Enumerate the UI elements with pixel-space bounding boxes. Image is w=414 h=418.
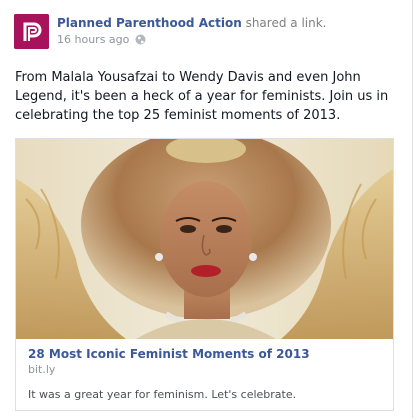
link-description: It was a great year for feminism. Let's … <box>28 388 297 401</box>
planned-parenthood-logo-icon <box>14 14 49 49</box>
link-preview-image[interactable] <box>16 139 393 339</box>
author-name-link[interactable]: Planned Parenthood Action <box>57 16 242 30</box>
post-timestamp[interactable]: 16 hours ago <box>57 33 129 46</box>
page-avatar[interactable] <box>14 14 49 49</box>
post-header: Planned Parenthood Action shared a link. <box>57 16 326 30</box>
link-domain: bit.ly <box>28 363 56 376</box>
post-message: From Malala Yousafzai to Wendy Davis and… <box>15 70 389 123</box>
feed-post: Planned Parenthood Action shared a link.… <box>0 0 413 418</box>
post-action-text: shared a link. <box>245 16 327 30</box>
post-meta: 16 hours ago <box>57 33 146 46</box>
link-preview-card[interactable]: 28 Most Iconic Feminist Moments of 2013 … <box>15 138 394 411</box>
globe-icon[interactable] <box>135 34 146 45</box>
link-title[interactable]: 28 Most Iconic Feminist Moments of 2013 <box>28 347 310 361</box>
portrait-image <box>16 139 393 339</box>
